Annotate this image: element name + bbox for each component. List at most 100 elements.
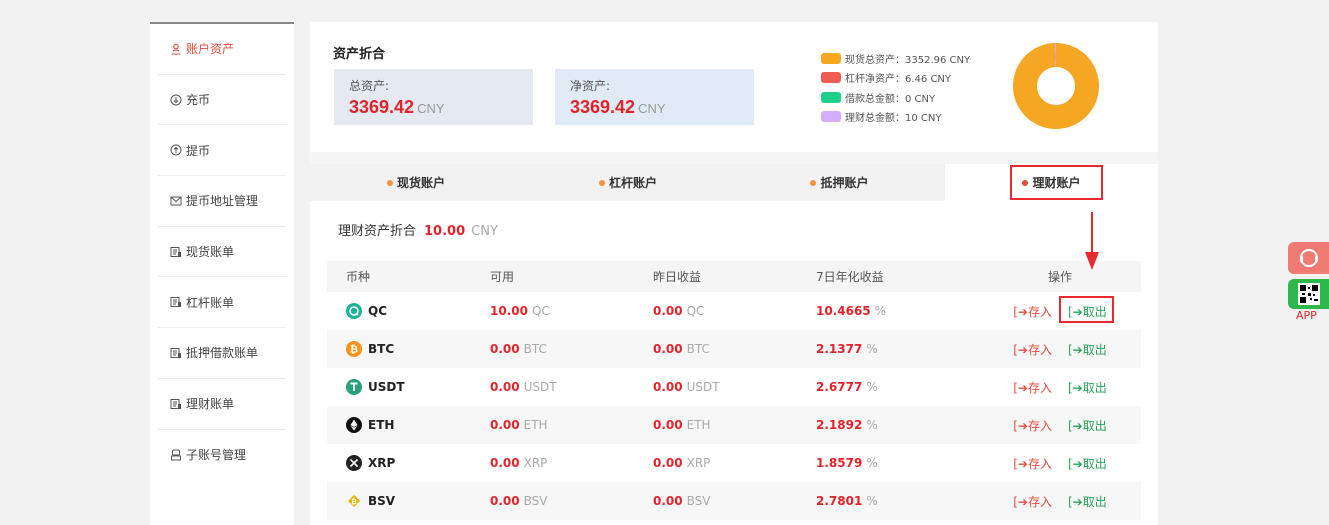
yesterday-amount: 0.00	[653, 494, 683, 508]
net-assets-box: 净资产: 3369.42 CNY	[555, 69, 754, 125]
bill-icon	[169, 296, 182, 309]
available-amount: 10.00	[490, 304, 528, 318]
withdraw-button[interactable]: [➔取出	[1068, 455, 1107, 472]
header-actions: 操作	[1047, 270, 1072, 284]
header-coin: 币种	[346, 270, 371, 284]
asset-summary: 资产折合 总资产: 3369.42 CNY 净资产: 3369.42 CNY 现货总…	[310, 22, 1158, 152]
sidebar-item-margin-bill[interactable]: 杠杆账单	[158, 277, 286, 329]
sidebar-item-label: 提币	[186, 143, 211, 158]
available-unit: BSV	[523, 494, 548, 508]
coin-name: BTC	[368, 342, 395, 356]
usdt-coin-icon	[346, 379, 362, 395]
section-divider	[310, 152, 1158, 164]
tab-label: 理财账户	[1032, 176, 1081, 190]
deposit-icon	[169, 93, 182, 106]
apy-value: 2.1377	[816, 342, 863, 356]
apy-cell: 2.1377%	[816, 342, 979, 356]
yesterday-amount: 0.00	[653, 342, 683, 356]
customer-service-button[interactable]	[1288, 242, 1329, 274]
table-row: USDT 0.00 USDT 0.00 USDT 2.6777% [➔存入 [➔取出	[327, 368, 1141, 406]
deposit-button[interactable]: [➔存入	[1013, 455, 1052, 472]
available-amount: 0.00	[490, 494, 520, 508]
tab-margin-account[interactable]: 杠杆账户	[522, 164, 734, 201]
tab-loan-account[interactable]: 抵押账户	[734, 164, 945, 201]
app-download-button[interactable]	[1288, 279, 1329, 309]
legend-label: 杠杆净资产：6.46 CNY	[845, 74, 952, 86]
net-assets-label: 净资产:	[570, 79, 611, 93]
table-row: ₿ BSV 0.00 BSV 0.00 BSV 2.7801% [➔存入 [➔取出	[327, 482, 1141, 520]
tab-label: 杠杆账户	[608, 176, 657, 190]
deposit-button[interactable]: [➔存入	[1013, 417, 1052, 434]
tab-label: 现货账户	[396, 176, 445, 190]
sub-account-icon	[169, 448, 182, 461]
qc-coin-icon	[346, 303, 362, 319]
headset-icon	[1299, 249, 1318, 267]
account-tabs: 现货账户 杠杆账户 抵押账户 理财账户	[310, 164, 1158, 201]
deposit-button[interactable]: [➔存入	[1013, 379, 1052, 396]
address-book-icon	[169, 194, 182, 207]
apy-unit: %	[874, 304, 887, 318]
summary-title: 资产折合	[333, 47, 386, 62]
sidebar-item-withdraw[interactable]: 提币	[158, 125, 286, 177]
withdraw-button[interactable]: [➔取出	[1068, 379, 1107, 396]
apy-value: 1.8579	[816, 456, 863, 470]
net-assets-value: 3369.42 CNY	[570, 97, 754, 118]
sidebar-item-spot-bill[interactable]: 现货账单	[158, 227, 286, 278]
withdraw-button[interactable]: [➔取出	[1068, 417, 1107, 434]
sidebar-item-label: 提币地址管理	[186, 194, 259, 209]
account-icon	[169, 42, 182, 55]
yesterday-cell: 0.00 ETH	[653, 418, 816, 432]
available-unit: BTC	[523, 342, 547, 356]
withdraw-button[interactable]: [➔取出	[1068, 493, 1107, 510]
sidebar-item-address-management[interactable]: 提币地址管理	[158, 176, 286, 227]
coin-cell: XRP	[327, 455, 490, 471]
sidebar-item-account-assets[interactable]: 账户资产	[158, 24, 286, 75]
table-row: QC 10.00 QC 0.00 QC 10.4665% [➔存入 [➔取出	[327, 292, 1141, 330]
tab-finance-account[interactable]: 理财账户	[945, 164, 1158, 201]
yesterday-cell: 0.00 BSV	[653, 494, 816, 508]
withdraw-button[interactable]: [➔取出	[1068, 341, 1107, 358]
apy-cell: 10.4665%	[816, 304, 979, 318]
yesterday-unit: XRP	[686, 456, 711, 470]
actions-cell: [➔存入 [➔取出	[979, 455, 1141, 472]
coin-cell: QC	[327, 303, 490, 319]
app-label: APP	[1296, 309, 1317, 322]
sidebar-item-label: 充币	[186, 93, 211, 108]
svg-text:₿: ₿	[351, 498, 357, 506]
net-assets-unit: CNY	[638, 101, 666, 116]
apy-cell: 2.7801%	[816, 494, 979, 508]
header-7day-apy: 7日年化收益	[816, 270, 884, 284]
legend-swatch	[821, 111, 841, 123]
sidebar-item-sub-account[interactable]: 子账号管理	[158, 430, 286, 481]
legend-item-margin: 杠杆净资产：6.46 CNY	[821, 68, 970, 87]
header-available: 可用	[490, 270, 515, 284]
deposit-button[interactable]: [➔存入	[1013, 493, 1052, 510]
yesterday-unit: BTC	[686, 342, 710, 356]
qr-code-icon	[1297, 283, 1320, 305]
apy-value: 2.6777	[816, 380, 863, 394]
apy-unit: %	[866, 418, 878, 432]
sidebar-item-label: 抵押借款账单	[186, 346, 259, 361]
tab-spot-account[interactable]: 现货账户	[310, 164, 522, 201]
table-header: 币种 可用 昨日收益 7日年化收益 操作	[327, 261, 1141, 292]
sidebar-item-deposit[interactable]: 充币	[158, 75, 286, 126]
apy-unit: %	[866, 342, 878, 356]
deposit-button[interactable]: [➔存入	[1013, 341, 1052, 358]
available-amount: 0.00	[490, 418, 520, 432]
sidebar-item-finance-bill[interactable]: 理财账单	[158, 379, 286, 430]
actions-cell: [➔存入 [➔取出	[979, 341, 1141, 358]
apy-cell: 2.1892%	[816, 418, 979, 432]
tab-dot	[386, 179, 393, 186]
sidebar-item-loan-bill[interactable]: 抵押借款账单	[158, 328, 286, 379]
yesterday-amount: 0.00	[653, 304, 683, 318]
available-amount: 0.00	[490, 456, 520, 470]
withdraw-button[interactable]: [➔取出	[1068, 303, 1107, 320]
finance-summary: 理财资产折合 10.00 CNY	[338, 220, 498, 239]
tab-dot	[598, 179, 605, 186]
sidebar-item-label: 现货账单	[186, 245, 235, 260]
eth-coin-icon	[346, 417, 362, 433]
deposit-button[interactable]: [➔存入	[1013, 303, 1052, 320]
header-yesterday-earnings: 昨日收益	[653, 270, 702, 284]
available-unit: ETH	[523, 418, 548, 432]
available-unit: XRP	[523, 456, 548, 470]
